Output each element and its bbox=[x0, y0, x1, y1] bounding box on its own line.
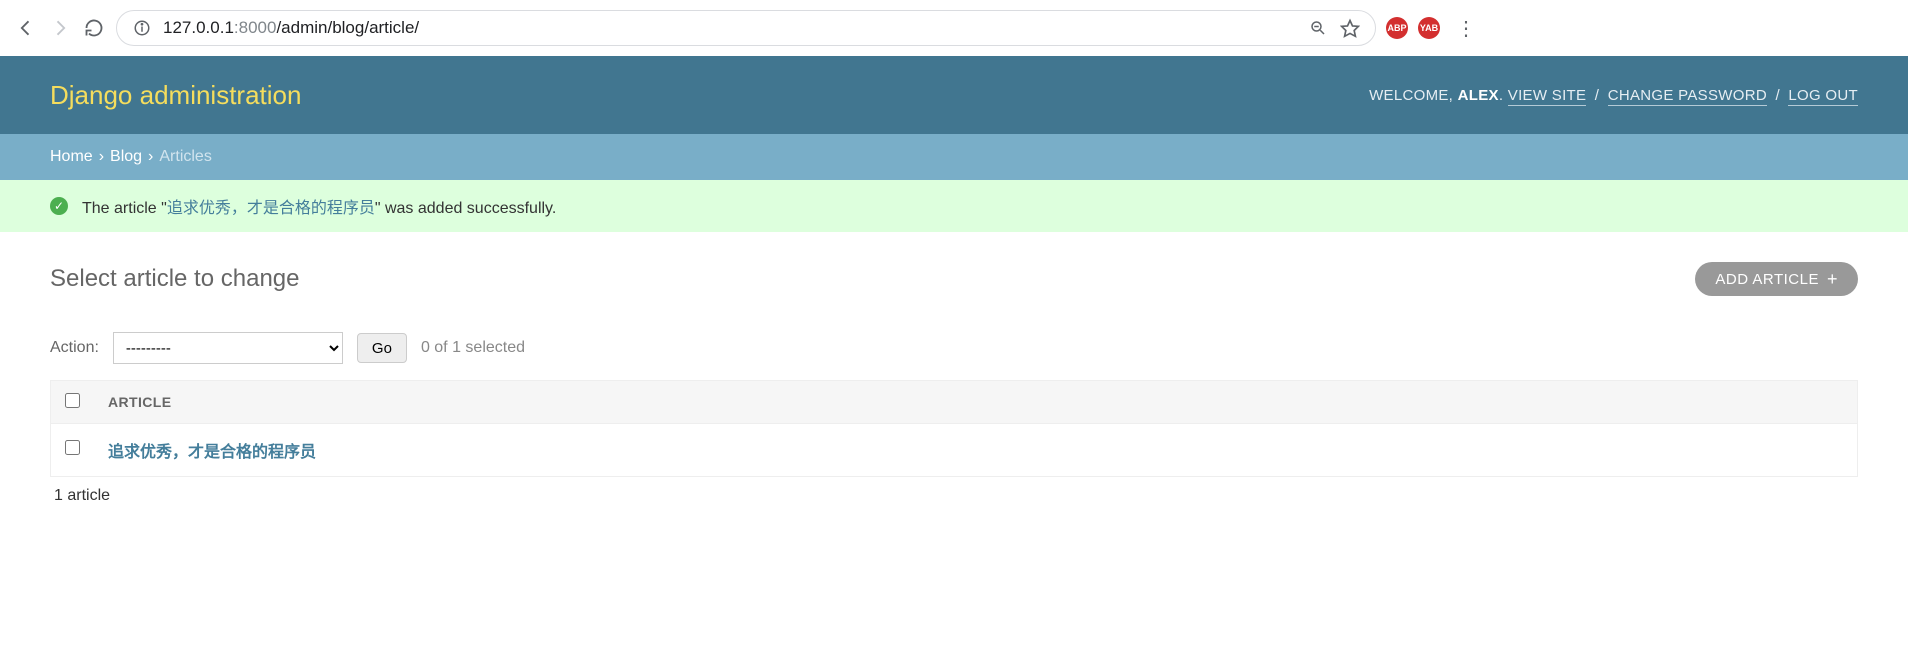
row-checkbox-cell bbox=[51, 424, 95, 477]
item-count: 1 article bbox=[54, 487, 110, 504]
row-title-cell: 追求优秀，才是合格的程序员 bbox=[94, 424, 1858, 477]
separator: / bbox=[1775, 87, 1779, 104]
column-header-article[interactable]: ARTICLE bbox=[94, 381, 1858, 424]
results-table: ARTICLE 追求优秀，才是合格的程序员 bbox=[50, 380, 1858, 477]
bookmark-star-icon[interactable] bbox=[1339, 17, 1361, 39]
reload-button[interactable] bbox=[82, 16, 106, 40]
forward-button[interactable] bbox=[48, 16, 72, 40]
page-title: Select article to change bbox=[50, 265, 299, 293]
go-button[interactable]: Go bbox=[357, 333, 407, 363]
breadcrumb-home[interactable]: Home bbox=[50, 148, 93, 166]
logout-link[interactable]: LOG OUT bbox=[1788, 87, 1858, 106]
paginator: 1 article bbox=[50, 477, 1858, 515]
message-suffix: " was added successfully. bbox=[375, 200, 556, 217]
actions-bar: Action: --------- Go 0 of 1 selected bbox=[50, 332, 1858, 364]
url-text: 127.0.0.1:8000/admin/blog/article/ bbox=[163, 18, 1297, 38]
content: Select article to change ADD ARTICLE + A… bbox=[0, 232, 1908, 545]
url-host: 127.0.0.1 bbox=[163, 18, 234, 37]
browser-menu-icon[interactable]: ⋮ bbox=[1450, 16, 1482, 41]
back-button[interactable] bbox=[14, 16, 38, 40]
success-message: ✓ The article "追求优秀，才是合格的程序员" was added … bbox=[0, 180, 1908, 232]
action-label: Action: bbox=[50, 339, 99, 357]
user-tools: WELCOME, ALEX. VIEW SITE / CHANGE PASSWO… bbox=[1369, 87, 1858, 104]
admin-header: Django administration WELCOME, ALEX. VIE… bbox=[0, 56, 1908, 134]
breadcrumb-separator: › bbox=[99, 148, 104, 166]
add-article-label: ADD ARTICLE bbox=[1715, 271, 1819, 288]
url-bar[interactable]: 127.0.0.1:8000/admin/blog/article/ bbox=[116, 10, 1376, 46]
breadcrumb-current: Articles bbox=[159, 148, 211, 166]
breadcrumb-separator: › bbox=[148, 148, 153, 166]
add-article-button[interactable]: ADD ARTICLE + bbox=[1695, 262, 1858, 296]
selection-count: 0 of 1 selected bbox=[421, 339, 525, 357]
message-object-link[interactable]: 追求优秀，才是合格的程序员 bbox=[167, 200, 375, 217]
site-title[interactable]: Django administration bbox=[50, 80, 301, 111]
change-password-link[interactable]: CHANGE PASSWORD bbox=[1608, 87, 1767, 106]
article-link[interactable]: 追求优秀，才是合格的程序员 bbox=[108, 444, 316, 461]
welcome-text: WELCOME, bbox=[1369, 87, 1458, 104]
username: ALEX bbox=[1458, 87, 1499, 104]
breadcrumb-blog[interactable]: Blog bbox=[110, 148, 142, 166]
view-site-link[interactable]: VIEW SITE bbox=[1508, 87, 1587, 106]
info-icon[interactable] bbox=[131, 17, 153, 39]
table-row: 追求优秀，才是合格的程序员 bbox=[51, 424, 1858, 477]
success-check-icon: ✓ bbox=[50, 197, 68, 215]
yab-extension-icon[interactable]: YAB bbox=[1418, 17, 1440, 39]
abp-extension-icon[interactable]: ABP bbox=[1386, 17, 1408, 39]
message-prefix: The article " bbox=[82, 200, 167, 217]
separator: / bbox=[1595, 87, 1599, 104]
zoom-icon[interactable] bbox=[1307, 17, 1329, 39]
message-text: The article "追求优秀，才是合格的程序员" was added su… bbox=[82, 194, 556, 218]
content-header: Select article to change ADD ARTICLE + bbox=[50, 262, 1858, 296]
browser-toolbar: 127.0.0.1:8000/admin/blog/article/ ABP Y… bbox=[0, 0, 1908, 56]
select-all-checkbox[interactable] bbox=[65, 393, 80, 408]
select-all-header bbox=[51, 381, 95, 424]
action-select[interactable]: --------- bbox=[113, 332, 343, 364]
breadcrumb: Home › Blog › Articles bbox=[0, 134, 1908, 180]
plus-icon: + bbox=[1827, 270, 1838, 288]
table-header-row: ARTICLE bbox=[51, 381, 1858, 424]
row-checkbox[interactable] bbox=[65, 440, 80, 455]
url-port: :8000 bbox=[234, 18, 277, 37]
url-path: /admin/blog/article/ bbox=[276, 18, 419, 37]
